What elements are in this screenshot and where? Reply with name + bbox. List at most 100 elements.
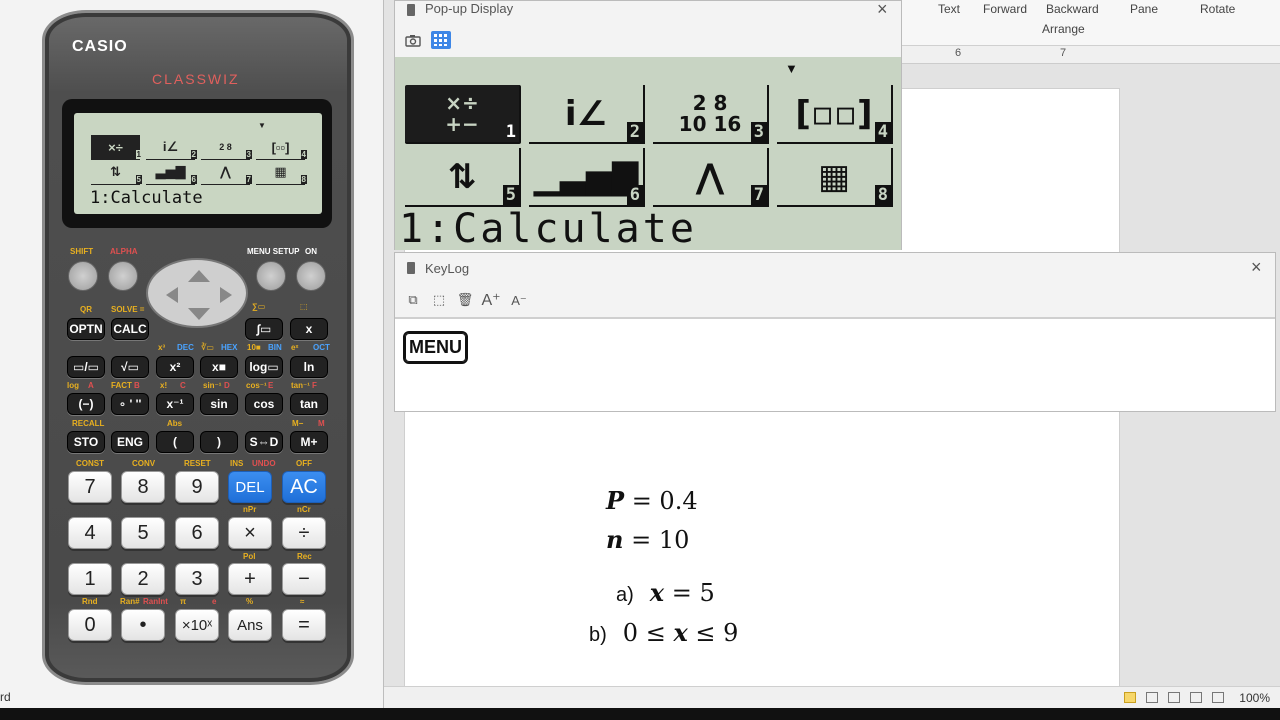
func-key[interactable]: cos — [245, 393, 283, 415]
menu-setup-label: MENU SETUP — [247, 247, 300, 256]
outline-icon[interactable] — [1190, 692, 1202, 703]
shift-function-label: DEC — [177, 343, 194, 352]
ribbon-text[interactable]: Text — [938, 2, 960, 16]
number-key[interactable]: × — [228, 517, 272, 549]
func-key[interactable]: S⇔D — [245, 431, 283, 453]
popup-display-window: Pop-up Display × ▼ ×÷ +− 1 i∠ 2 2 8 10 16 3 [▫… — [394, 0, 902, 250]
number-key[interactable]: 9 — [175, 471, 219, 503]
taskbar — [0, 708, 1280, 720]
shift-function-label: ≈ — [300, 597, 305, 606]
keylog-close-icon[interactable]: × — [1251, 258, 1262, 276]
number-key[interactable]: 5 — [121, 517, 165, 549]
func-key[interactable]: (−) — [67, 393, 105, 415]
ribbon-bring-forward[interactable]: Forward — [983, 2, 1027, 16]
menu-number: 6 — [626, 185, 643, 205]
shift-function-label: SOLVE = — [111, 305, 145, 314]
func-key[interactable]: CALC — [111, 318, 149, 340]
font-increase-icon[interactable]: A⁺ — [481, 291, 501, 309]
func-key[interactable]: x■ — [200, 356, 238, 378]
lcd-menu-statistics: ▃▅▇ 6 — [146, 160, 197, 185]
copy-icon[interactable]: ⧉ — [403, 291, 423, 309]
shift-function-label: Rec — [297, 552, 312, 561]
number-key[interactable]: 2 — [121, 563, 165, 595]
number-key[interactable]: 0 — [68, 609, 112, 641]
menu-key[interactable] — [256, 261, 286, 291]
web-layout-icon[interactable] — [1168, 692, 1180, 703]
func-key[interactable]: tan — [290, 393, 328, 415]
number-key[interactable]: ×10ˣ — [175, 609, 219, 641]
ruler-mark-7: 7 — [1060, 47, 1067, 59]
shift-function-label: C — [180, 381, 186, 390]
calculator-window-icon — [407, 4, 415, 16]
number-key[interactable]: − — [282, 563, 326, 595]
shift-function-label: Ran# — [120, 597, 140, 606]
question-a: a) x = 5 — [616, 578, 715, 607]
ribbon-send-backward[interactable]: Backward — [1046, 2, 1099, 16]
number-key[interactable]: 3 — [175, 563, 219, 595]
number-key[interactable]: DEL — [228, 471, 272, 503]
on-key[interactable] — [296, 261, 326, 291]
lcd-menu-base-n: 2 83 — [201, 135, 252, 160]
shift-function-label: RESET — [184, 459, 211, 468]
menu-glyph-icon: i∠ — [564, 93, 608, 134]
full-screen-reading-icon[interactable] — [1146, 692, 1158, 703]
font-decrease-icon[interactable]: A⁻ — [509, 292, 529, 310]
shift-function-label: Abs — [167, 419, 183, 428]
number-key[interactable]: ÷ — [282, 517, 326, 549]
menu-glyph-icon: ▦ — [817, 156, 851, 197]
func-key[interactable]: sin — [200, 393, 238, 415]
delete-icon[interactable]: 🗑 — [455, 291, 475, 309]
func-key[interactable]: M+ — [290, 431, 328, 453]
print-layout-icon[interactable] — [1124, 692, 1136, 703]
func-key[interactable]: log▭ — [245, 356, 283, 378]
func-key[interactable]: ln — [290, 356, 328, 378]
shift-key[interactable] — [68, 261, 98, 291]
zoom-level[interactable]: 100% — [1239, 691, 1270, 705]
number-key[interactable]: • — [121, 609, 165, 641]
popup-close-icon[interactable]: × — [877, 0, 888, 18]
func-key[interactable]: ( — [156, 431, 194, 453]
lcd-menu-spreadsheet: ▦ 8 — [256, 160, 307, 185]
menu-glyph-icon: ×÷ +− — [445, 90, 479, 136]
shift-function-label: D — [224, 381, 230, 390]
keylog-toolbar: ⧉ ⬚ 🗑 A⁺ A⁻ — [395, 283, 1275, 319]
func-key[interactable]: x — [290, 318, 328, 340]
number-key[interactable]: Ans — [228, 609, 272, 641]
number-key[interactable]: 8 — [121, 471, 165, 503]
popup-menu-item-5: ⇅ 5 — [405, 148, 521, 207]
number-key[interactable]: + — [228, 563, 272, 595]
shift-label: SHIFT — [70, 247, 94, 256]
func-key[interactable]: √▭ — [111, 356, 149, 378]
shift-function-label: CONST — [76, 459, 104, 468]
shift-function-label: e — [212, 597, 217, 606]
number-key[interactable]: = — [282, 609, 326, 641]
func-key[interactable]: OPTN — [67, 318, 105, 340]
func-key[interactable]: ∫▭ — [245, 318, 283, 340]
alpha-key[interactable] — [108, 261, 138, 291]
grid-view-icon[interactable] — [431, 31, 451, 49]
ribbon-selection-pane[interactable]: Pane — [1130, 2, 1158, 16]
direction-pad[interactable] — [146, 258, 248, 328]
number-key[interactable]: 1 — [68, 563, 112, 595]
func-key[interactable]: x² — [156, 356, 194, 378]
shift-function-label: nCr — [297, 505, 311, 514]
func-key[interactable]: ) — [200, 431, 238, 453]
calculator-model: CLASSWIZ — [152, 71, 240, 87]
select-all-icon[interactable]: ⬚ — [429, 291, 449, 309]
number-key[interactable]: AC — [282, 471, 326, 503]
draft-icon[interactable] — [1212, 692, 1224, 703]
number-key[interactable]: 4 — [68, 517, 112, 549]
func-key[interactable]: ∘ ' '' — [111, 393, 149, 415]
func-key[interactable]: x⁻¹ — [156, 393, 194, 415]
camera-icon[interactable] — [403, 31, 423, 49]
number-key[interactable]: 7 — [68, 471, 112, 503]
status-bar: 100% — [384, 686, 1280, 708]
func-key[interactable]: STO — [67, 431, 105, 453]
ribbon-rotate[interactable]: Rotate — [1200, 2, 1235, 16]
func-key[interactable]: ▭/▭ — [67, 356, 105, 378]
number-key[interactable]: 6 — [175, 517, 219, 549]
menu-glyph-icon: ⋀ — [695, 156, 725, 197]
popup-menu-item-7: ⋀ 7 — [653, 148, 769, 207]
shift-function-label: cos⁻¹ — [246, 381, 267, 390]
func-key[interactable]: ENG — [111, 431, 149, 453]
